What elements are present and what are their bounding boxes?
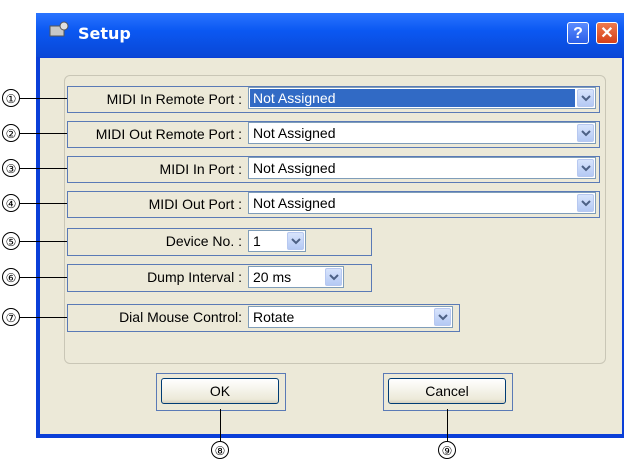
midi-in-remote-port-value: Not Assigned (250, 89, 575, 107)
help-button[interactable]: ? (567, 22, 589, 44)
setup-app-icon (49, 21, 69, 37)
callout-3: ③ (2, 159, 20, 177)
cancel-button[interactable]: Cancel (388, 378, 506, 404)
chevron-down-icon[interactable] (577, 194, 594, 212)
callout-line (220, 409, 221, 441)
ok-button[interactable]: OK (161, 378, 279, 404)
callout-6: ⑥ (2, 268, 20, 286)
chevron-down-icon[interactable] (577, 124, 594, 142)
chevron-down-icon[interactable] (287, 232, 304, 250)
chevron-down-icon[interactable] (434, 308, 451, 326)
dump-interval-label: Dump Interval : (147, 269, 242, 285)
midi-in-port-label: MIDI In Port : (159, 161, 242, 177)
close-button[interactable]: ✕ (596, 22, 618, 44)
chevron-down-icon[interactable] (325, 268, 342, 286)
callout-2: ② (2, 124, 20, 142)
chevron-down-icon[interactable] (577, 89, 594, 107)
callout-line (20, 98, 67, 99)
dial-mouse-control-select[interactable]: Rotate (248, 306, 453, 328)
midi-out-remote-port-label: MIDI Out Remote Port : (95, 126, 242, 142)
callout-5: ⑤ (2, 232, 20, 250)
dial-mouse-control-label: Dial Mouse Control: (119, 309, 242, 325)
midi-in-port-select[interactable]: Not Assigned (248, 157, 596, 179)
chevron-down-icon[interactable] (577, 159, 594, 177)
callout-1: ① (2, 89, 20, 107)
callout-line (20, 317, 67, 318)
callout-line (447, 409, 448, 441)
callout-line (20, 203, 67, 204)
midi-in-remote-port-select[interactable]: Not Assigned (248, 87, 596, 109)
midi-out-remote-port-value: Not Assigned (253, 125, 336, 141)
callout-line (20, 277, 67, 278)
midi-out-remote-port-select[interactable]: Not Assigned (248, 122, 596, 144)
device-no-value: 1 (253, 233, 261, 249)
window-title: Setup (78, 24, 131, 43)
device-no-select[interactable]: 1 (248, 230, 306, 252)
device-no-label: Device No. : (165, 233, 242, 249)
callout-line (20, 168, 67, 169)
midi-out-port-select[interactable]: Not Assigned (248, 192, 596, 214)
callout-8: ⑧ (211, 441, 229, 459)
midi-out-port-label: MIDI Out Port : (148, 196, 242, 212)
callout-4: ④ (2, 194, 20, 212)
callout-7: ⑦ (2, 308, 20, 326)
midi-in-port-value: Not Assigned (253, 160, 336, 176)
dump-interval-select[interactable]: 20 ms (248, 266, 344, 288)
dial-mouse-control-value: Rotate (253, 309, 295, 325)
dump-interval-value: 20 ms (253, 269, 292, 285)
callout-line (20, 133, 67, 134)
midi-in-remote-port-label: MIDI In Remote Port : (106, 91, 242, 107)
callout-line (20, 241, 67, 242)
callout-9: ⑨ (438, 441, 456, 459)
midi-out-port-value: Not Assigned (253, 195, 336, 211)
